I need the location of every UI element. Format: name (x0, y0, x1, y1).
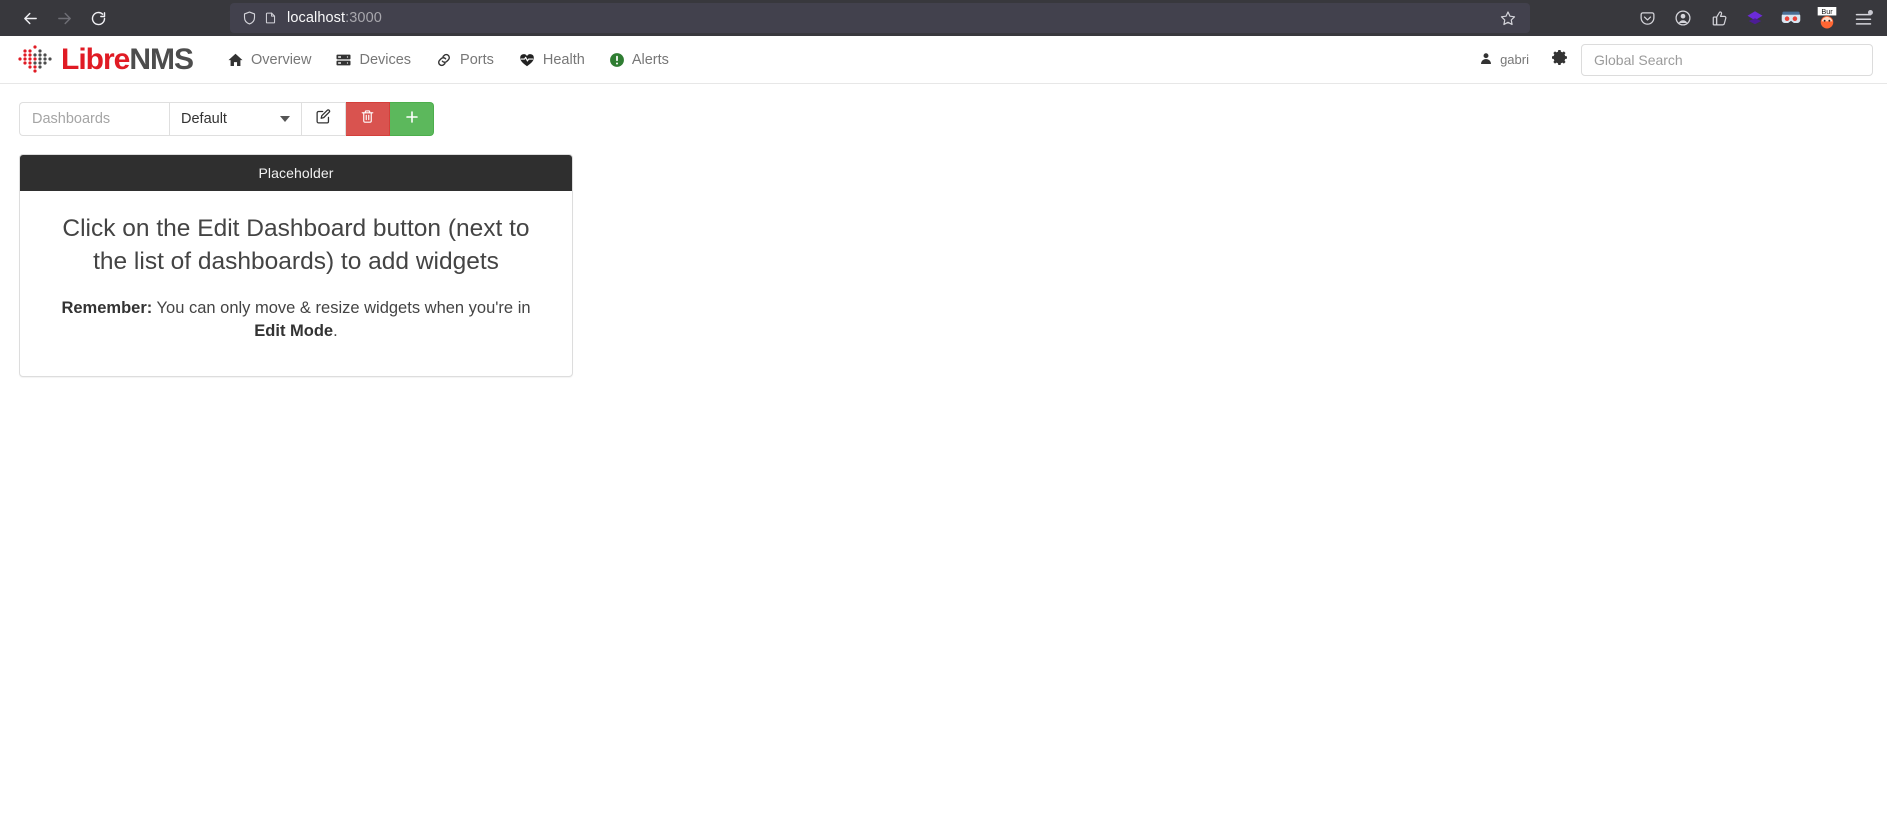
edit-dashboard-button[interactable] (302, 102, 346, 136)
librenms-navbar: LibreNMS Overview Devices Ports Health A… (0, 36, 1887, 84)
link-icon (435, 52, 453, 68)
bookmark-star-icon[interactable] (1494, 4, 1522, 32)
dashboard-select[interactable]: Default (170, 103, 301, 135)
widget-remember-part1: You can only move & resize widgets when … (152, 299, 531, 318)
placeholder-widget: Placeholder Click on the Edit Dashboard … (19, 154, 573, 377)
page-info-icon[interactable] (264, 10, 277, 26)
widget-lead-text: Click on the Edit Dashboard button (next… (62, 215, 530, 275)
pocket-icon[interactable] (1629, 2, 1665, 34)
browser-extensions-bar: Bur (1629, 0, 1881, 36)
url-host: localhost (287, 10, 346, 26)
forward-button[interactable] (48, 3, 80, 33)
widget-body: Click on the Edit Dashboard button (next… (20, 191, 572, 376)
user-menu[interactable]: gabri (1468, 51, 1540, 69)
svg-text:Bur: Bur (1821, 7, 1833, 16)
account-icon[interactable] (1665, 2, 1701, 34)
user-name-label: gabri (1500, 52, 1529, 67)
add-dashboard-button[interactable] (390, 102, 434, 136)
plus-icon (404, 109, 420, 130)
alert-circle-icon (609, 52, 625, 68)
brand-home-link[interactable]: LibreNMS (14, 42, 194, 77)
burp-extension-icon[interactable]: Bur (1809, 2, 1845, 34)
reload-button[interactable] (82, 3, 114, 33)
navbar-items: Overview Devices Ports Health Alerts (215, 36, 681, 84)
brand-text-libre: Libre (61, 42, 130, 76)
home-icon (227, 52, 244, 68)
user-icon (1479, 51, 1493, 69)
navbar-right-section: gabri (1468, 43, 1873, 76)
trash-icon (360, 108, 375, 130)
server-icon (335, 52, 352, 68)
page-content: Dashboards Default Placeholder Click on … (0, 84, 1887, 377)
layers-extension-icon[interactable] (1737, 2, 1773, 34)
global-search-input[interactable] (1581, 43, 1873, 76)
widget-edit-mode-label: Edit Mode (254, 321, 334, 340)
dashboard-select-wrapper: Default (169, 102, 302, 136)
url-port: :3000 (345, 10, 382, 26)
browser-nav-buttons (14, 3, 114, 33)
nav-item-devices-label: Devices (359, 51, 412, 68)
nav-item-devices[interactable]: Devices (323, 36, 423, 84)
reload-icon (90, 10, 107, 27)
back-arrow-icon (22, 10, 39, 27)
url-bar[interactable]: localhost:3000 (230, 3, 1530, 33)
app-menu-icon[interactable] (1845, 2, 1881, 34)
edit-pencil-square-icon (315, 108, 332, 130)
settings-button[interactable] (1540, 49, 1581, 71)
widget-title: Placeholder (20, 155, 572, 191)
forward-arrow-icon (56, 10, 73, 27)
dashboards-label: Dashboards (19, 102, 169, 136)
nav-item-overview-label: Overview (251, 51, 312, 68)
widget-remember-label: Remember: (61, 299, 153, 318)
nav-item-ports[interactable]: Ports (423, 36, 506, 84)
nav-item-health[interactable]: Health (506, 36, 597, 84)
widget-remember-text: Remember: You can only move & resize wid… (44, 297, 548, 343)
brand-text: LibreNMS (61, 42, 194, 76)
nav-item-ports-label: Ports (460, 51, 494, 68)
dashboard-toolbar: Dashboards Default (19, 102, 474, 136)
nav-item-overview[interactable]: Overview (215, 36, 323, 84)
shield-icon[interactable] (242, 10, 257, 26)
widget-remember-part2: . (333, 321, 338, 340)
goggles-extension-icon[interactable] (1773, 2, 1809, 34)
browser-toolbar: localhost:3000 Bur (0, 0, 1887, 36)
delete-dashboard-button[interactable] (346, 102, 390, 136)
nav-item-alerts[interactable]: Alerts (597, 36, 681, 84)
heartbeat-icon (518, 52, 536, 68)
url-text[interactable]: localhost:3000 (287, 10, 1494, 26)
thumb-extension-icon[interactable] (1701, 2, 1737, 34)
librenms-logo-icon (14, 43, 56, 77)
gear-icon (1551, 49, 1569, 71)
nav-item-alerts-label: Alerts (631, 51, 669, 68)
nav-item-health-label: Health (542, 51, 585, 68)
back-button[interactable] (14, 3, 46, 33)
brand-text-nms: NMS (129, 42, 194, 76)
